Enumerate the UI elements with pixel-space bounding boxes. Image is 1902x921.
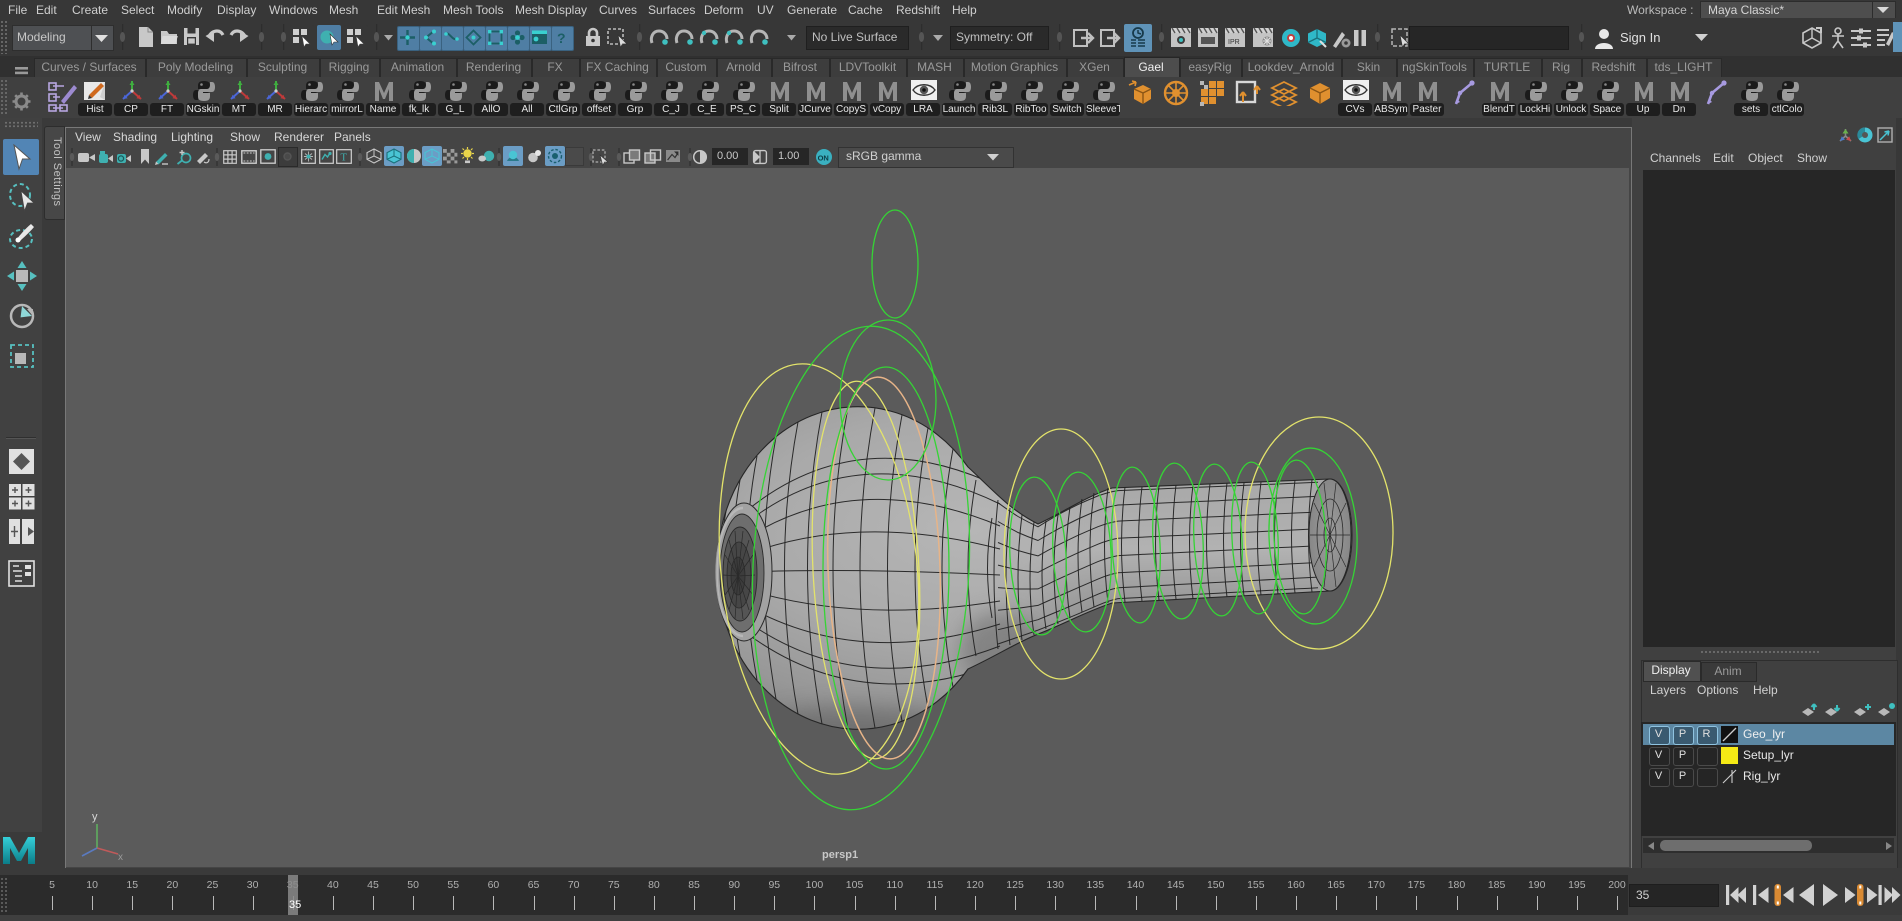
svg-text:ON: ON: [818, 153, 829, 162]
svg-text:T: T: [341, 153, 348, 164]
svg-text:?: ?: [557, 30, 566, 46]
svg-text:IPR: IPR: [1228, 39, 1240, 46]
svg-text:y: y: [92, 811, 98, 823]
svg-text:x: x: [118, 852, 123, 860]
